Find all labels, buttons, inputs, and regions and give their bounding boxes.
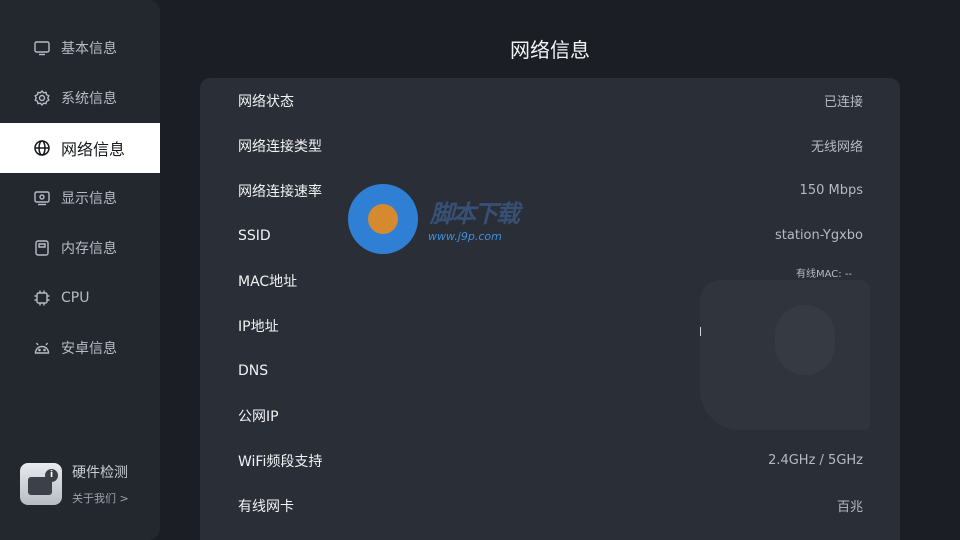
display-icon [33,189,51,207]
sidebar: 基本信息 系统信息 网络信息 显示信息 内存信息 CPU 安卓信息 i 硬件检测… [0,0,160,540]
sidebar-item-label: 网络信息 [61,140,126,159]
sidebar-item-basic-info[interactable]: 基本信息 [0,23,160,73]
row-label: 网络连接速率 [238,183,322,200]
monitor-icon [33,39,51,57]
sidebar-item-label: 内存信息 [61,241,117,257]
redacted-tick [700,327,701,336]
row-label: WiFi频段支持 [238,453,323,470]
sidebar-item-system-info[interactable]: 系统信息 [0,73,160,123]
row-value: 百兆 [836,500,863,515]
info-badge-icon: i [45,469,58,482]
memory-icon [33,239,51,257]
sidebar-item-display-info[interactable]: 显示信息 [0,173,160,223]
sidebar-item-label: 安卓信息 [61,341,117,357]
sidebar-item-cpu[interactable]: CPU [0,273,160,323]
row-label: SSID [238,227,271,244]
row-label: IP地址 [238,318,279,335]
row-label: 公网IP [238,408,279,425]
sidebar-item-memory-info[interactable]: 内存信息 [0,223,160,273]
row-label: 有线网卡 [238,498,294,515]
hardware-check-title: 硬件检测 [72,465,128,481]
row-label: 网络状态 [238,93,294,110]
android-icon [33,339,51,357]
globe-icon [33,139,51,157]
about-us-link[interactable]: 关于我们 > [72,490,129,506]
row-value: 2.4GHz / 5GHz [768,453,863,468]
sidebar-item-label: CPU [61,290,90,306]
row-value: 无线网络 [810,140,863,155]
sidebar-item-network-info[interactable]: 网络信息 [0,123,160,173]
row-label: DNS [238,362,269,379]
hardware-app-icon: i [20,463,62,505]
app-root: 基本信息 系统信息 网络信息 显示信息 内存信息 CPU 安卓信息 i 硬件检测… [0,0,960,540]
sidebar-item-label: 基本信息 [61,41,117,57]
info-row-connection-type: 网络连接类型 无线网络 [200,123,900,168]
info-row-connection-speed: 网络连接速率 150 Mbps [200,168,900,213]
sidebar-item-label: 系统信息 [61,91,117,107]
hardware-check-card[interactable]: i 硬件检测 关于我们 > [20,462,150,506]
row-label: 网络连接类型 [238,138,322,155]
sidebar-item-label: 显示信息 [61,191,117,207]
redacted-area-inner [775,305,835,375]
page-title: 网络信息 [510,38,590,62]
gear-icon [33,89,51,107]
row-value: 150 Mbps [799,183,863,198]
sidebar-item-android-info[interactable]: 安卓信息 [0,323,160,373]
info-row-network-status: 网络状态 已连接 [200,78,900,123]
row-value: 已连接 [823,95,863,110]
row-label: MAC地址 [238,273,298,290]
info-row-wifi-bands: WiFi频段支持 2.4GHz / 5GHz [200,438,900,483]
cpu-icon [33,289,51,307]
info-row-wired-nic: 有线网卡 百兆 [200,483,900,528]
info-row-ssid: SSID station-Ygxbo [200,213,900,258]
row-value: station-Ygxbo [775,228,863,243]
wired-mac-note: 有线MAC: -- [796,269,853,280]
